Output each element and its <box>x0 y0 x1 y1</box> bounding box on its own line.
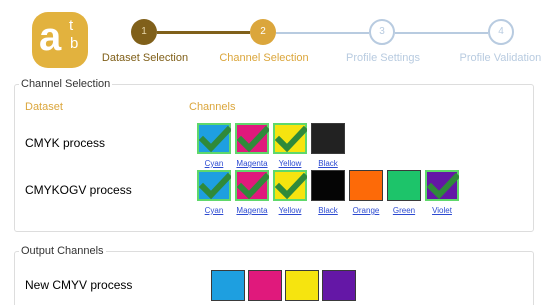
channel-swatch-yellow[interactable] <box>273 123 307 154</box>
channels-column-header: Channels <box>189 101 236 113</box>
logo-letter-b: b <box>70 35 79 52</box>
step-4-label[interactable]: Profile Validation <box>459 52 541 64</box>
channel-selection-panel: Channel Selection Dataset Channels CMYK … <box>14 77 534 232</box>
output-swatch <box>285 270 319 301</box>
channel-swatch-cyan[interactable] <box>197 123 231 154</box>
output-channels-panel: Output Channels New CMYV process <box>14 244 534 305</box>
output-channels-legend: Output Channels <box>19 244 106 258</box>
dataset-name-cmyk: CMYK process <box>25 136 106 150</box>
channel-swatch-cyan[interactable] <box>197 170 231 201</box>
step-2-label[interactable]: Channel Selection <box>219 52 308 64</box>
step-connector-1 <box>157 31 250 34</box>
channel-swatch-green[interactable] <box>387 170 421 201</box>
output-swatch <box>248 270 282 301</box>
step-3-circle[interactable]: 3 <box>369 19 395 45</box>
channel-link-violet[interactable]: Violet <box>420 206 464 215</box>
dataset-name-cmykogv: CMYKOGV process <box>25 183 132 197</box>
step-1-label[interactable]: Dataset Selection <box>102 52 188 64</box>
dataset-column-header: Dataset <box>25 101 63 113</box>
output-swatch <box>322 270 356 301</box>
channel-swatch-black[interactable] <box>311 170 345 201</box>
logo-letter-a: a <box>39 15 62 59</box>
channel-swatch-magenta[interactable] <box>235 123 269 154</box>
step-connector-2 <box>276 32 369 34</box>
channel-swatch-yellow[interactable] <box>273 170 307 201</box>
step-connector-3 <box>395 32 488 34</box>
channel-swatch-orange[interactable] <box>349 170 383 201</box>
channel-swatch-violet[interactable] <box>425 170 459 201</box>
step-1-circle[interactable]: 1 <box>131 19 157 45</box>
logo-letter-t: t <box>69 17 74 34</box>
channel-link-black[interactable]: Black <box>306 159 350 168</box>
output-dataset-name: New CMYV process <box>25 278 133 292</box>
output-swatch <box>211 270 245 301</box>
step-2-circle[interactable]: 2 <box>250 19 276 45</box>
channel-selection-legend: Channel Selection <box>19 77 113 91</box>
app-logo: a t b <box>32 12 88 68</box>
step-4-circle[interactable]: 4 <box>488 19 514 45</box>
channel-swatch-black[interactable] <box>311 123 345 154</box>
channel-swatch-magenta[interactable] <box>235 170 269 201</box>
step-3-label[interactable]: Profile Settings <box>346 52 420 64</box>
